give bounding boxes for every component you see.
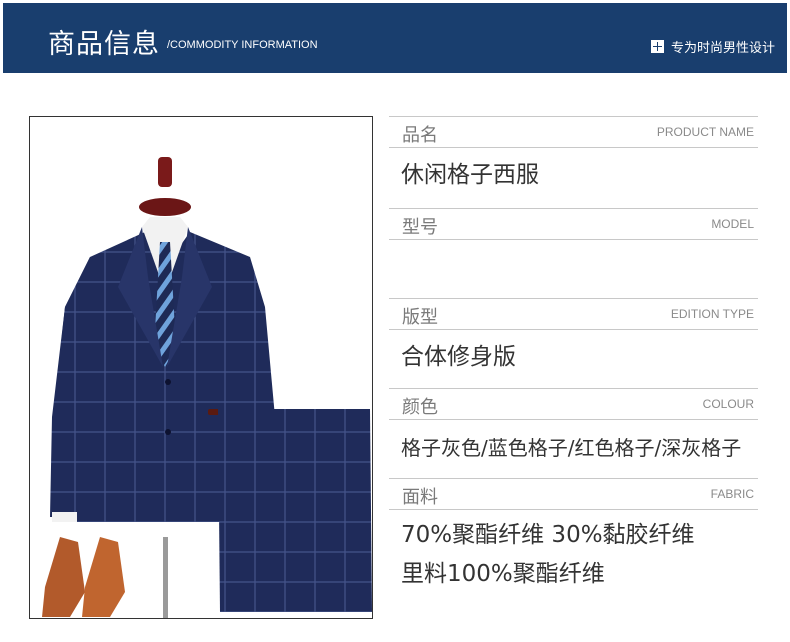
trousers [218,409,372,612]
label-en: COLOUR [702,397,754,411]
value-text: 休闲格子西服 [401,162,539,188]
value-fabric: 70%聚酯纤维 30%黏胶纤维 里料100%聚酯纤维 [389,510,758,610]
mannequin-neck [158,157,172,187]
value-colour: 格子灰色/蓝色格子/红色格子/深灰格子 [389,420,758,478]
value-text: 合体修身版 [401,344,516,370]
value-model [389,240,758,298]
value-product-name: 休闲格子西服 [389,148,758,208]
header-banner: 商品信息 /COMMODITY INFORMATION 专为时尚男性设计 [3,3,787,73]
shoe-right [82,537,125,617]
shoe-left [42,537,85,617]
label-cn: 面料 [402,487,438,508]
label-en: PRODUCT NAME [656,125,754,139]
label-edition-type: 版型 EDITION TYPE [389,298,758,330]
label-cn: 型号 [402,217,438,238]
label-cn: 颜色 [402,397,438,418]
label-cn: 版型 [402,307,438,328]
tagline-text: 专为时尚男性设计 [670,41,775,56]
value-edition-type: 合体修身版 [389,330,758,388]
product-image [29,116,373,619]
plus-icon [650,40,664,53]
label-en: MODEL [711,217,754,231]
label-model: 型号 MODEL [389,208,758,240]
label-en: FABRIC [710,487,754,501]
value-text: 格子灰色/蓝色格子/红色格子/深灰格子 [401,436,742,460]
product-info: 品名 PRODUCT NAME 休闲格子西服 型号 MODEL 版型 EDITI… [389,116,758,610]
label-colour: 颜色 COLOUR [389,388,758,420]
label-product-name: 品名 PRODUCT NAME [389,116,758,148]
section-subtitle: /COMMODITY INFORMATION [167,39,318,51]
label-en: EDITION TYPE [670,307,754,321]
value-text: 里料100%聚酯纤维 [401,561,605,587]
label-cn: 品名 [402,125,438,146]
value-text: 70%聚酯纤维 30%黏胶纤维 [401,522,695,548]
suit-illustration [42,157,372,618]
tagline: 专为时尚男性设计 [650,37,775,56]
label-fabric: 面料 FABRIC [389,478,758,510]
section-title: 商品信息 [48,29,160,60]
